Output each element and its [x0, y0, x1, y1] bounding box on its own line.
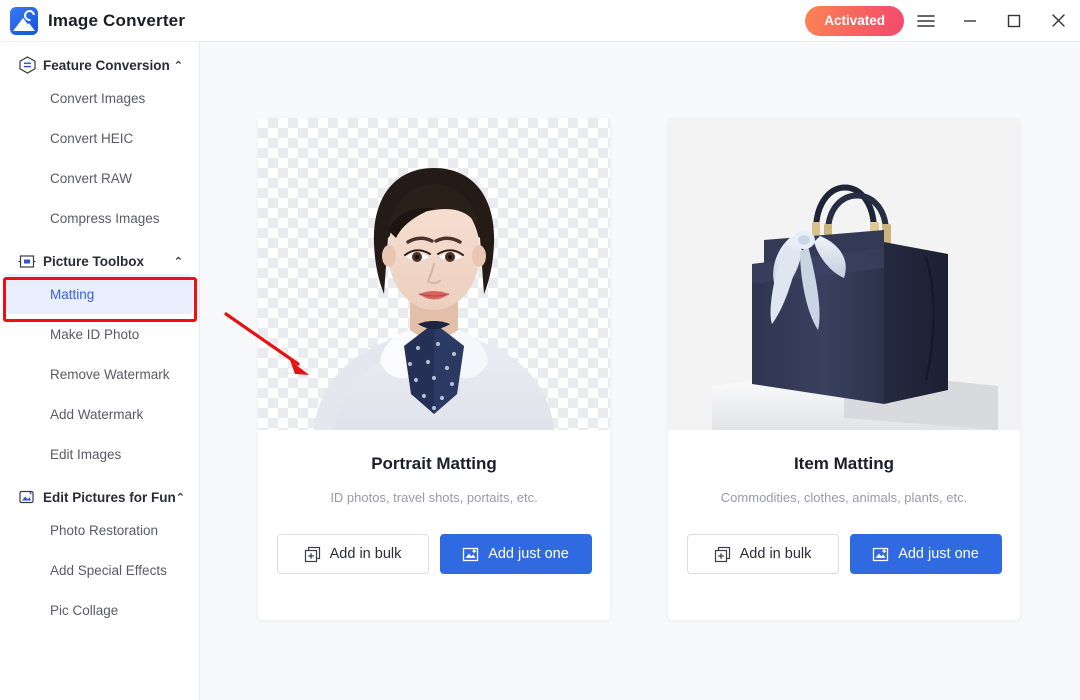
sidebar-item-add-watermark[interactable]: Add Watermark [0, 394, 199, 434]
add-in-bulk-label: Add in bulk [329, 546, 402, 562]
sidebar-item-add-special-effects[interactable]: Add Special Effects [0, 550, 199, 590]
add-in-bulk-label: Add in bulk [739, 546, 812, 562]
card-actions: Add in bulk Add just one [276, 534, 592, 574]
sidebar-item-remove-watermark[interactable]: Remove Watermark [0, 354, 199, 394]
card-title: Item Matting [793, 454, 895, 473]
sidebar-group-label: Picture Toolbox [43, 253, 145, 269]
close-icon[interactable] [1036, 0, 1080, 42]
card-title: Portrait Matting [371, 454, 497, 473]
add-in-bulk-button[interactable]: Add in bulk [276, 534, 429, 574]
sidebar-item-label: Matting [50, 286, 95, 302]
sidebar-item-label: Pic Collage [50, 602, 119, 618]
sidebar-item-label: Convert Images [50, 90, 146, 106]
sidebar-item-label: Photo Restoration [50, 522, 159, 538]
app-title: Image Converter [48, 10, 186, 30]
card-subtitle: Commodities, clothes, animals, plants, e… [720, 490, 968, 505]
chevron-up-icon[interactable]: ⌃ [174, 59, 183, 72]
card-portrait-matting[interactable]: Portrait Matting ID photos, travel shots… [258, 118, 610, 620]
add-just-one-label: Add just one [488, 546, 569, 562]
sidebar-item-label: Convert RAW [50, 170, 133, 186]
hexagon-convert-icon [18, 56, 36, 74]
sidebar-group-label: Feature Conversion [43, 57, 170, 73]
add-stack-icon [304, 546, 321, 563]
sidebar-item-matting[interactable]: Matting [6, 274, 193, 314]
sidebar-item-label: Add Watermark [50, 406, 144, 422]
card-actions: Add in bulk Add just one [686, 534, 1002, 574]
sidebar-group-picture-toolbox[interactable]: Picture Toolbox ⌃ [0, 248, 199, 274]
sidebar-item-convert-images[interactable]: Convert Images [0, 78, 199, 118]
maximize-icon[interactable] [992, 0, 1036, 42]
sidebar-item-label: Convert HEIC [50, 130, 134, 146]
sidebar-item-label: Make ID Photo [50, 326, 140, 342]
app-window: Image Converter Activated Feature Conver… [0, 0, 1080, 700]
sidebar-item-label: Add Special Effects [50, 562, 167, 578]
image-converter-logo-icon [10, 6, 38, 35]
sidebar-item-label: Compress Images [50, 210, 160, 226]
sidebar-group-edit-pictures-for-fun[interactable]: Edit Pictures for Fun ⌃ [0, 484, 199, 510]
handbag-thumbnail [668, 118, 1020, 430]
add-in-bulk-button[interactable]: Add in bulk [686, 534, 839, 574]
sidebar-item-edit-images[interactable]: Edit Images [0, 434, 199, 474]
window-controls: Activated [805, 0, 1080, 42]
sidebar-item-compress-images[interactable]: Compress Images [0, 198, 199, 238]
sidebar-item-label: Remove Watermark [50, 366, 170, 382]
sidebar: Feature Conversion ⌃ Convert Images Conv… [0, 42, 200, 700]
card-body: Item Matting Commodities, clothes, anima… [668, 430, 1020, 620]
add-image-icon [872, 546, 889, 563]
add-stack-icon [714, 546, 731, 563]
card-body: Portrait Matting ID photos, travel shots… [258, 430, 610, 620]
hamburger-menu-icon[interactable] [904, 0, 948, 42]
main-content: Portrait Matting ID photos, travel shots… [201, 42, 1080, 700]
sidebar-item-make-id-photo[interactable]: Make ID Photo [0, 314, 199, 354]
minimize-icon[interactable] [948, 0, 992, 42]
add-just-one-button[interactable]: Add just one [849, 534, 1002, 574]
matting-card-list: Portrait Matting ID photos, travel shots… [258, 118, 1020, 620]
card-item-matting[interactable]: Item Matting Commodities, clothes, anima… [668, 118, 1020, 620]
magic-image-icon [18, 488, 36, 506]
sidebar-item-convert-heic[interactable]: Convert HEIC [0, 118, 199, 158]
sidebar-item-pic-collage[interactable]: Pic Collage [0, 590, 199, 630]
sidebar-group-feature-conversion[interactable]: Feature Conversion ⌃ [0, 52, 199, 78]
title-bar: Image Converter Activated [0, 0, 1080, 42]
card-subtitle: ID photos, travel shots, portaits, etc. [330, 490, 538, 505]
sidebar-item-photo-restoration[interactable]: Photo Restoration [0, 510, 199, 550]
add-image-icon [462, 546, 479, 563]
sidebar-item-convert-raw[interactable]: Convert RAW [0, 158, 199, 198]
portrait-thumbnail [258, 118, 610, 430]
sidebar-group-label: Edit Pictures for Fun [43, 489, 176, 505]
chevron-up-icon[interactable]: ⌃ [176, 491, 185, 504]
add-just-one-button[interactable]: Add just one [439, 534, 592, 574]
sidebar-item-label: Edit Images [50, 446, 122, 462]
activated-button[interactable]: Activated [805, 5, 904, 36]
toolbox-icon [18, 252, 36, 270]
chevron-up-icon[interactable]: ⌃ [174, 255, 183, 268]
add-just-one-label: Add just one [898, 546, 979, 562]
